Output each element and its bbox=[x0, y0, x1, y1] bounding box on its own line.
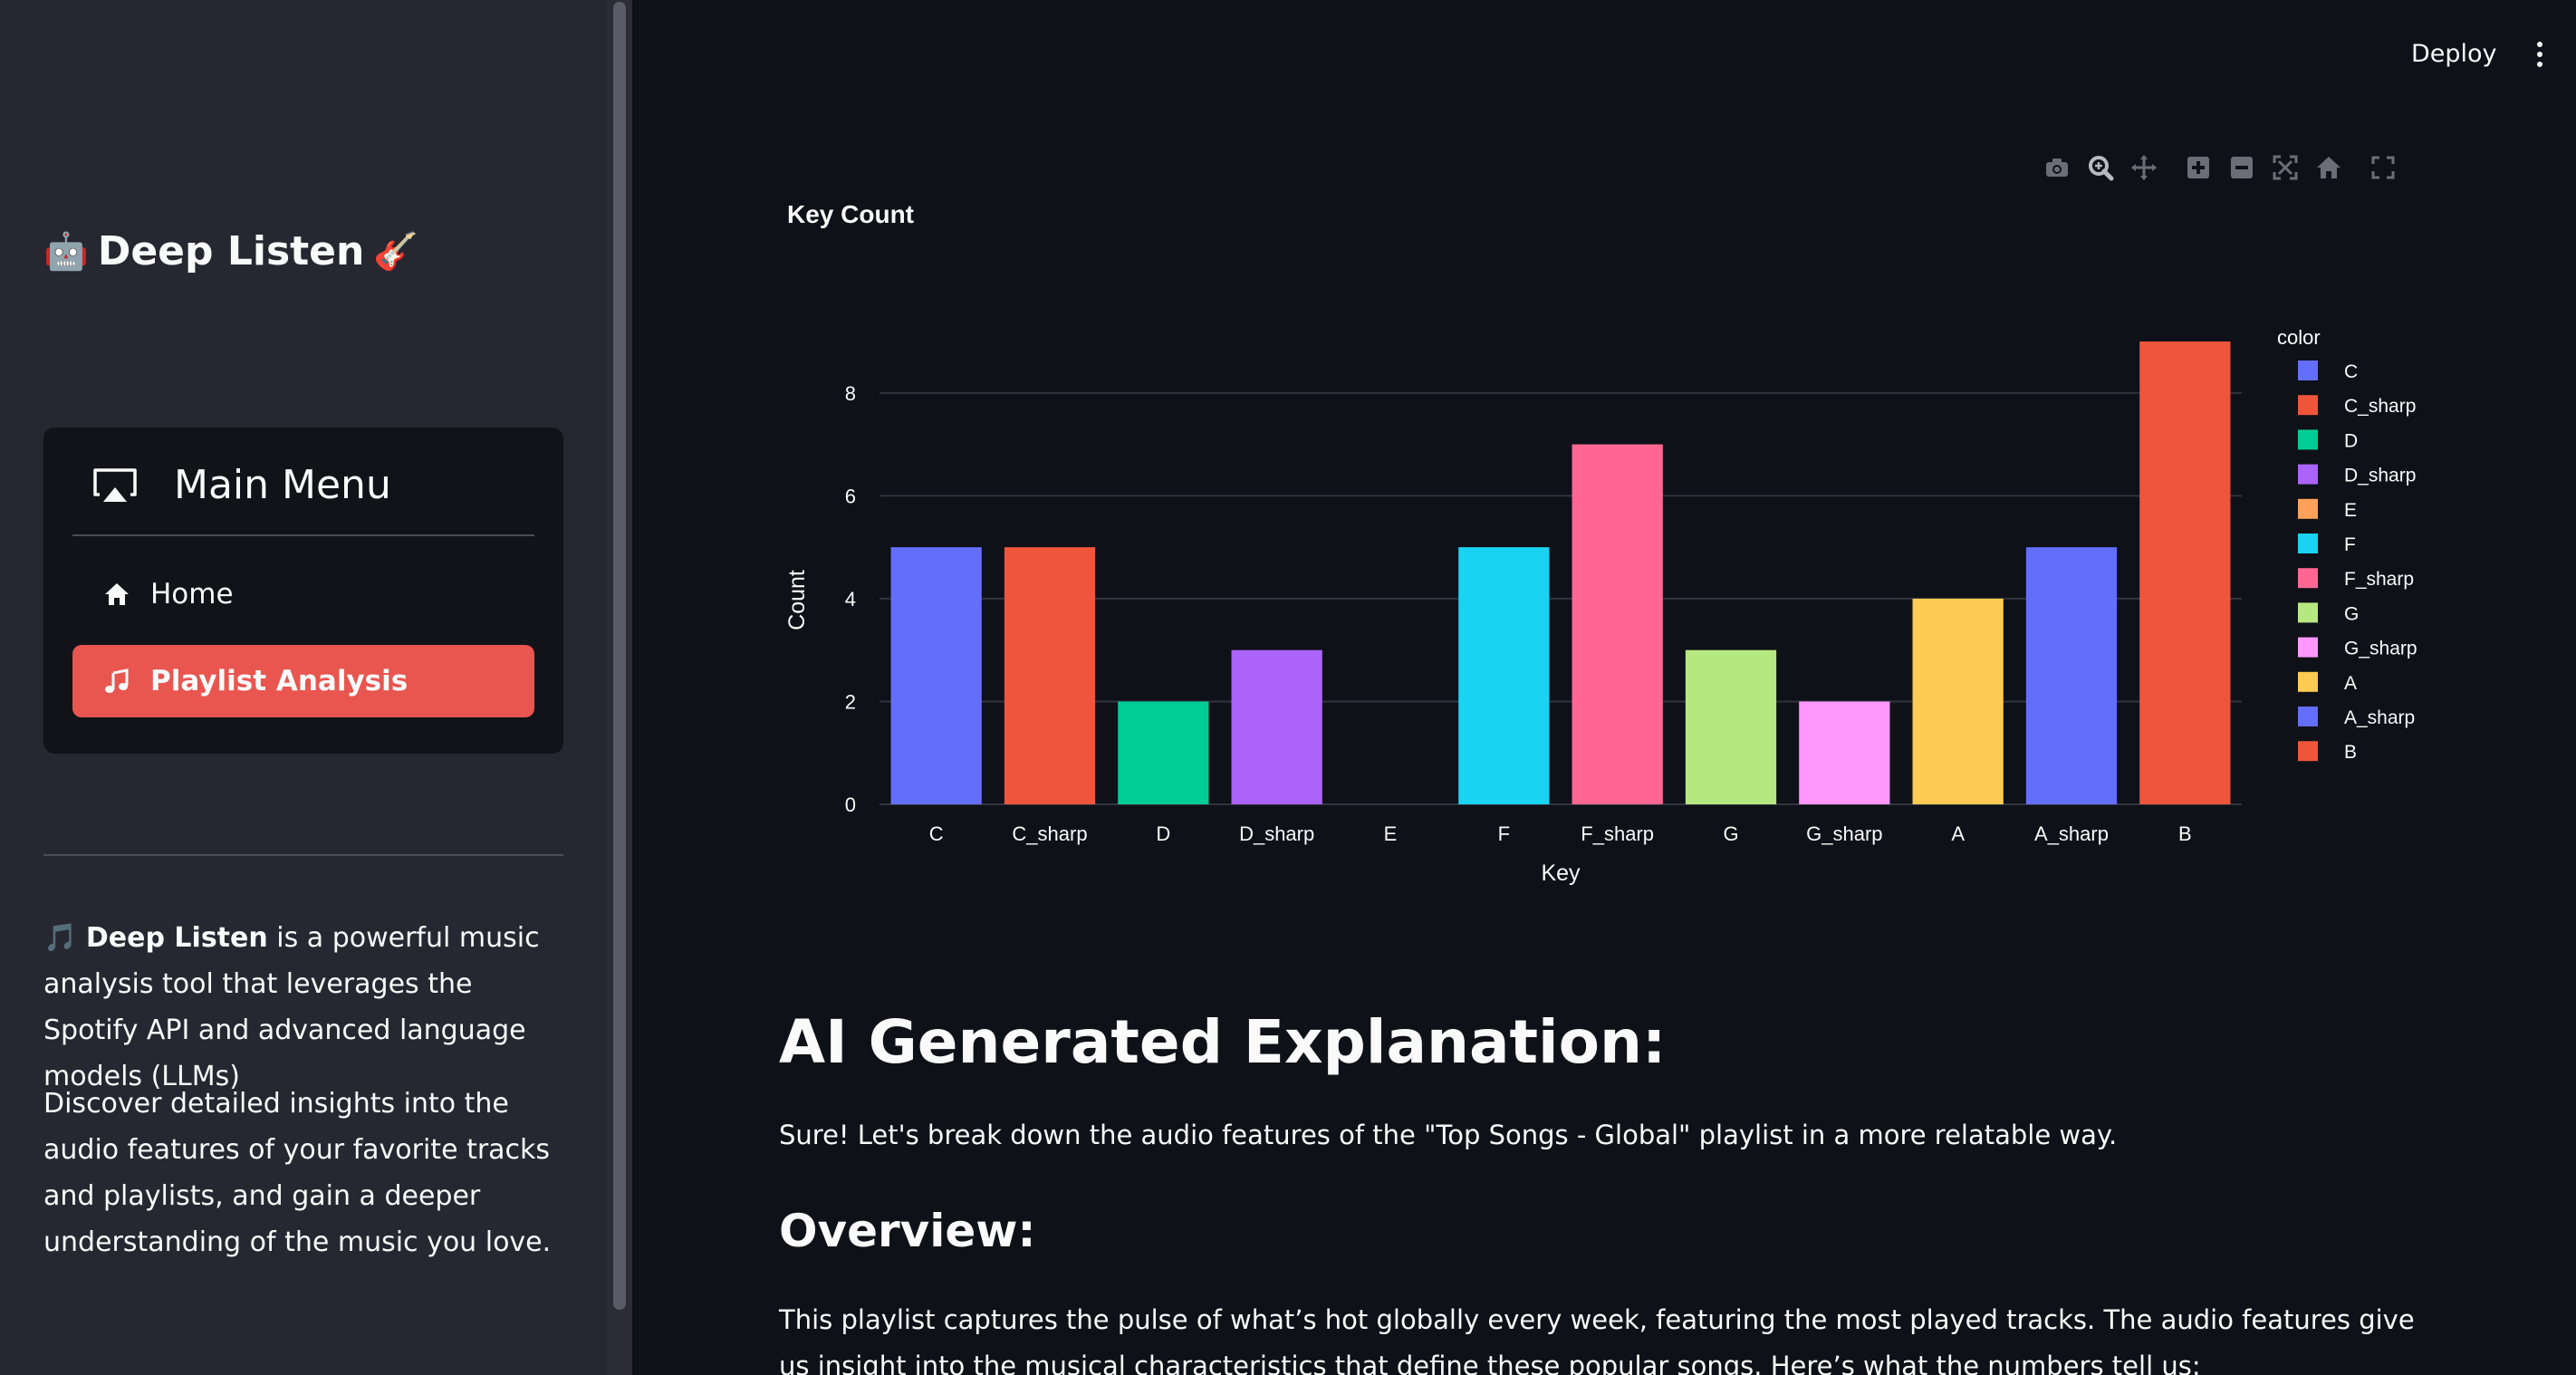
y-tick-label: 4 bbox=[845, 588, 856, 611]
x-axis-label: Key bbox=[1541, 861, 1581, 886]
y-tick-label: 8 bbox=[845, 382, 856, 405]
legend-swatch bbox=[2298, 429, 2318, 450]
menu-divider bbox=[72, 534, 534, 536]
sidebar-scrollbar-thumb[interactable] bbox=[613, 2, 626, 1310]
legend-item: G_sharp bbox=[2344, 639, 2417, 659]
bar-d-sharp bbox=[1231, 649, 1322, 804]
sidebar: 🤖 Deep Listen 🎸 Main Menu Home Playlist … bbox=[0, 0, 607, 1375]
legend-swatch bbox=[2298, 568, 2318, 589]
x-tick-label: G bbox=[1723, 822, 1738, 845]
legend-item: C_sharp bbox=[2344, 396, 2416, 417]
sidebar-description-2: Discover detailed insights into the audi… bbox=[43, 1088, 552, 1258]
bar-d bbox=[1118, 701, 1209, 804]
legend-item: D_sharp bbox=[2344, 466, 2416, 486]
key-count-chart: Key Count02468C C_sharp D D_sharp E F F_sharp G… bbox=[784, 200, 2417, 886]
app-title: 🤖 Deep Listen 🎸 bbox=[43, 228, 418, 274]
legend-item: G bbox=[2344, 603, 2359, 624]
legend-swatch bbox=[2298, 464, 2318, 485]
guitar-icon: 🎸 bbox=[373, 231, 419, 273]
x-tick-label: E bbox=[1384, 822, 1398, 845]
chart-title: Key Count bbox=[787, 200, 914, 228]
y-tick-label: 6 bbox=[845, 485, 856, 507]
kebab-menu-icon[interactable] bbox=[2534, 42, 2545, 72]
x-tick-label: C_sharp bbox=[1012, 822, 1087, 845]
main-menu: Main Menu Home Playlist Analysis bbox=[43, 428, 563, 754]
legend-swatch bbox=[2298, 602, 2318, 623]
legend-item: C bbox=[2344, 361, 2358, 382]
legend-item: F_sharp bbox=[2344, 569, 2414, 590]
sidebar-description-app-name: Deep Listen bbox=[85, 922, 268, 954]
bar-f-sharp bbox=[1572, 444, 1663, 804]
legend-item: A_sharp bbox=[2344, 707, 2415, 728]
sidebar-divider bbox=[43, 854, 563, 856]
bar-c bbox=[890, 547, 982, 804]
legend-swatch bbox=[2298, 361, 2318, 380]
legend-swatch bbox=[2298, 534, 2318, 553]
bar-c-sharp bbox=[1004, 547, 1096, 804]
deploy-button[interactable]: Deploy bbox=[2411, 40, 2497, 68]
music-note-icon bbox=[105, 668, 129, 693]
legend-item: E bbox=[2344, 500, 2357, 521]
x-tick-label: D_sharp bbox=[1239, 822, 1314, 845]
bar-a-sharp bbox=[2025, 547, 2118, 804]
main-menu-title: Main Menu bbox=[174, 462, 391, 508]
music-notes-icon: 🎵 bbox=[43, 922, 78, 954]
x-tick-label: F bbox=[1498, 822, 1510, 845]
legend-swatch bbox=[2298, 671, 2318, 692]
legend-swatch bbox=[2298, 741, 2318, 762]
x-tick-label: F_sharp bbox=[1581, 822, 1654, 845]
legend-swatch bbox=[2298, 498, 2318, 519]
menu-item-playlist-analysis-label: Playlist Analysis bbox=[150, 665, 409, 697]
robot-icon: 🤖 bbox=[43, 231, 89, 273]
menu-item-home[interactable]: Home bbox=[72, 558, 534, 630]
house-icon bbox=[105, 583, 129, 605]
x-tick-label: D bbox=[1156, 822, 1170, 845]
legend-item: A bbox=[2344, 673, 2357, 694]
main-menu-header: Main Menu bbox=[92, 462, 391, 508]
x-tick-label: C bbox=[929, 822, 944, 845]
bar-b bbox=[2139, 341, 2231, 804]
overview-heading: Overview: bbox=[779, 1205, 1036, 1257]
airplay-icon bbox=[93, 467, 137, 502]
bar-g-sharp bbox=[1799, 701, 1890, 804]
legend-item: B bbox=[2344, 742, 2357, 763]
legend-swatch bbox=[2298, 395, 2318, 416]
y-tick-label: 0 bbox=[845, 793, 856, 816]
overview-text: This playlist captures the pulse of what… bbox=[779, 1304, 2415, 1375]
x-tick-label: A bbox=[1951, 822, 1965, 845]
y-axis-label: Count bbox=[784, 570, 810, 630]
sidebar-description-1: 🎵 Deep Listen is a powerful music analys… bbox=[43, 915, 569, 1100]
menu-item-playlist-analysis[interactable]: Playlist Analysis bbox=[72, 645, 534, 717]
explanation-heading: AI Generated Explanation: bbox=[779, 1007, 1667, 1077]
legend-swatch bbox=[2298, 707, 2318, 726]
bar-a bbox=[1912, 598, 2004, 804]
menu-item-home-label: Home bbox=[150, 578, 234, 611]
x-tick-label: G_sharp bbox=[1806, 822, 1882, 845]
bar-g bbox=[1685, 649, 1777, 804]
y-tick-label: 2 bbox=[845, 690, 856, 713]
legend-item: D bbox=[2344, 430, 2358, 451]
app-title-text: Deep Listen bbox=[97, 228, 365, 274]
legend-title: color bbox=[2277, 326, 2321, 349]
x-tick-label: A_sharp bbox=[2034, 822, 2109, 845]
legend-swatch bbox=[2298, 637, 2318, 658]
x-tick-label: B bbox=[2178, 822, 2192, 845]
explanation-intro: Sure! Let's break down the audio feature… bbox=[779, 1120, 2118, 1150]
bar-f bbox=[1458, 547, 1550, 804]
legend-item: F bbox=[2344, 534, 2356, 555]
